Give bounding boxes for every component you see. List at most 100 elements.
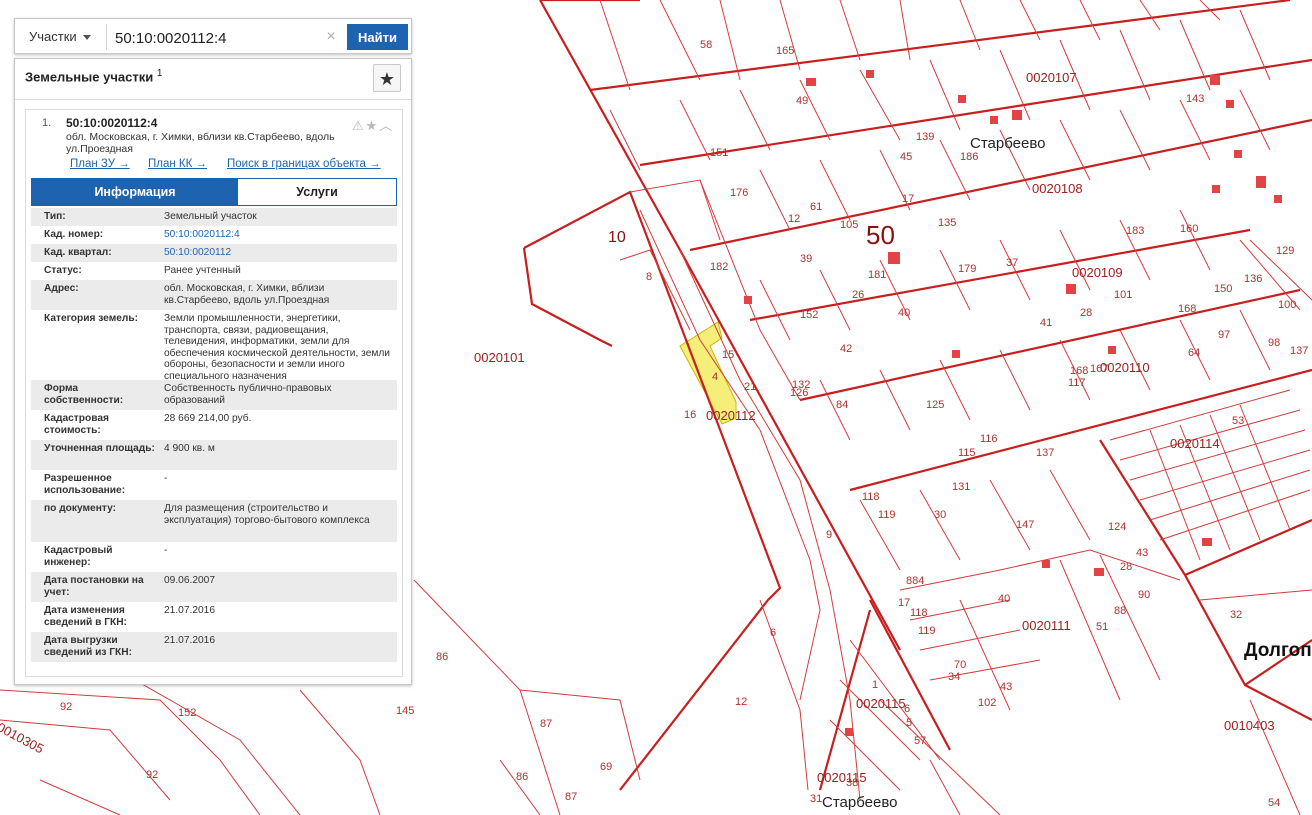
parcel-label: 118 xyxy=(910,607,928,619)
result-cad-number[interactable]: 50:10:0020112:4 xyxy=(66,116,157,130)
place-label: Старбеево xyxy=(822,794,897,811)
find-button[interactable]: Найти xyxy=(347,24,408,50)
parcel-label: 31 xyxy=(810,793,822,805)
parcel-label: 160 xyxy=(1180,223,1198,235)
parcel-label: 86 xyxy=(436,651,448,663)
info-row: Тип: Земельный участок xyxy=(31,208,397,226)
parcel-label: 117 xyxy=(1068,377,1086,389)
parcel-label: 57 xyxy=(914,735,926,747)
quarter-label: 0020115 xyxy=(817,770,867,785)
parcel-label: 136 xyxy=(1244,273,1262,285)
parcel-label: 49 xyxy=(796,95,808,107)
search-in-bounds-link[interactable]: Поиск в границах объекта → xyxy=(227,158,381,170)
search-bar: Участки × Найти xyxy=(14,18,412,54)
info-row-key: Кад. номер: xyxy=(44,229,104,240)
divider xyxy=(15,99,411,100)
info-row-value: 28 669 214,00 руб. xyxy=(164,413,252,424)
quarter-label: 0020112 xyxy=(706,408,756,423)
info-row-key: Статус: xyxy=(44,265,82,276)
info-row: Адрес: обл. Московская, г. Химки, вблизи … xyxy=(31,280,397,310)
result-actions-icons[interactable]: ⚠★︿ xyxy=(352,115,394,134)
info-row-value[interactable]: 50:10:0020112 xyxy=(164,247,390,259)
info-row-key: Адрес: xyxy=(44,283,79,294)
parcel-label: 6 xyxy=(770,627,776,639)
card-tabs: Информация Услуги xyxy=(31,178,397,206)
info-row: Дата выгрузки сведений из ГКН: 21.07.2016 xyxy=(31,632,397,662)
panel-title: Земельные участки 1 xyxy=(25,68,162,84)
info-row-key: Кадастровый инженер: xyxy=(44,545,113,568)
info-row: Кадастровый инженер: - xyxy=(31,542,397,572)
parcel-label: 124 xyxy=(1108,521,1126,533)
parcel-label: 179 xyxy=(958,263,976,275)
parcel-label: 135 xyxy=(938,217,956,229)
parcel-label: 102 xyxy=(978,697,996,709)
info-table: Тип: Земельный участок Кад. номер: 50:10:00… xyxy=(31,208,397,662)
info-row-value: - xyxy=(164,473,168,484)
parcel-label: 119 xyxy=(878,509,896,521)
place-label: Старбеево xyxy=(970,135,1045,152)
info-row: Кад. квартал: 50:10:0020112 xyxy=(31,244,397,262)
parcel-label: 168 xyxy=(1070,365,1088,377)
parcel-label: 32 xyxy=(1230,609,1242,621)
plan-kk-link[interactable]: План КК → xyxy=(148,158,207,170)
info-row: Дата постановки на учет: 09.06.2007 xyxy=(31,572,397,602)
parcel-label: 41 xyxy=(1040,317,1052,329)
parcel-label: 884 xyxy=(906,575,924,587)
parcel-label: 143 xyxy=(1186,93,1204,105)
info-row-key: Разрешенное использование: xyxy=(44,473,126,496)
parcel-label: 17 xyxy=(902,193,914,205)
info-row-value: Земельный участок xyxy=(164,211,257,222)
parcel-label: 38 xyxy=(846,777,858,789)
parcel-label: 40 xyxy=(998,593,1010,605)
info-row-value: 4 900 кв. м xyxy=(164,443,215,454)
chevron-down-icon xyxy=(82,35,91,41)
parcel-label: 45 xyxy=(900,151,912,163)
parcel-label: 90 xyxy=(1138,589,1150,601)
parcel-label: 5 xyxy=(906,717,912,729)
parcel-label: 168 xyxy=(1178,303,1196,315)
info-row-key: Тип: xyxy=(44,211,66,222)
parcel-label: 17 xyxy=(898,597,910,609)
parcel-label: 51 xyxy=(1096,621,1108,633)
tab-services[interactable]: Услуги xyxy=(238,179,396,205)
info-row: Разрешенное использование: - xyxy=(31,470,397,500)
parcel-label: 34 xyxy=(948,671,960,683)
object-type-label: Участки xyxy=(29,29,77,44)
parcel-label: 86 xyxy=(516,771,528,783)
info-row-value: 21.07.2016 xyxy=(164,635,215,646)
info-row-key: по документу: xyxy=(44,503,117,514)
plan-zu-link[interactable]: План ЗУ → xyxy=(70,158,130,170)
favorites-button[interactable]: ★ xyxy=(373,64,401,92)
parcel-label: 15 xyxy=(722,349,734,361)
parcel-label: 131 xyxy=(952,481,970,493)
parcel-label: 167 xyxy=(1090,363,1108,375)
parcel-label: 137 xyxy=(1290,345,1308,357)
place-label: Долгоп xyxy=(1244,640,1312,661)
parcel-label: 152 xyxy=(178,707,196,719)
parcel-label: 40 xyxy=(898,307,910,319)
parcel-label: 145 xyxy=(396,705,414,717)
parcel-label: 54 xyxy=(1268,797,1280,809)
tab-information[interactable]: Информация xyxy=(32,179,238,205)
parcel-label: 182 xyxy=(710,261,728,273)
results-panel: Земельные участки 1 ★ 1. 50:10:0020112:4… xyxy=(14,58,412,685)
parcel-label: 58 xyxy=(700,39,712,51)
parcel-label: 12 xyxy=(788,213,800,225)
info-row-value: 21.07.2016 xyxy=(164,605,215,616)
parcel-label: 10 xyxy=(608,229,626,246)
search-input[interactable] xyxy=(107,24,347,52)
parcel-label: 165 xyxy=(776,45,794,57)
clear-icon[interactable]: × xyxy=(321,25,341,49)
parcel-label: 42 xyxy=(840,343,852,355)
parcel-label: 183 xyxy=(1126,225,1144,237)
info-row: Форма собственности: Собственность публич… xyxy=(31,380,397,410)
quarter-label: 0020114 xyxy=(1170,436,1220,451)
parcel-label: 1 xyxy=(872,679,878,691)
parcel-label: 84 xyxy=(836,399,848,411)
info-row-value: 09.06.2007 xyxy=(164,575,215,586)
object-type-select[interactable]: Участки xyxy=(21,24,107,50)
parcel-label: 64 xyxy=(1188,347,1200,359)
info-row-key: Форма собственности: xyxy=(44,383,124,406)
info-row-value[interactable]: 50:10:0020112:4 xyxy=(164,229,390,241)
info-row: Уточненная площадь: 4 900 кв. м xyxy=(31,440,397,470)
